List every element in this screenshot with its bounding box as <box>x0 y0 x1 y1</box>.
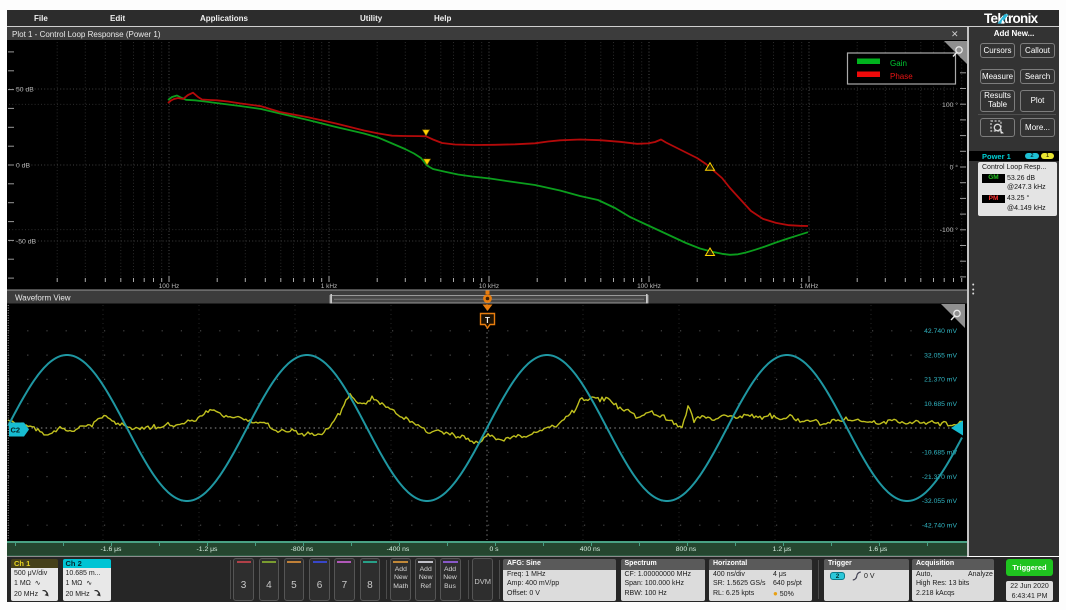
svg-text:100 kHz: 100 kHz <box>637 283 661 290</box>
svg-text:32.055 mV: 32.055 mV <box>924 352 957 359</box>
svg-text:0 dB: 0 dB <box>16 163 30 170</box>
svg-text:10 kHz: 10 kHz <box>479 283 499 290</box>
svg-text:Waveform View: Waveform View <box>15 294 71 303</box>
svg-text:T: T <box>485 316 490 325</box>
svg-text:100 °: 100 ° <box>942 101 958 109</box>
svg-text:-42.740 mV: -42.740 mV <box>922 523 958 530</box>
svg-text:-50 dB: -50 dB <box>16 239 36 246</box>
svg-text:-32.055 mV: -32.055 mV <box>922 498 958 505</box>
svg-text:Gain: Gain <box>890 59 907 68</box>
svg-text:1 MHz: 1 MHz <box>800 283 819 290</box>
svg-text:Phase: Phase <box>890 72 913 81</box>
svg-text:21.370 mV: 21.370 mV <box>924 377 957 384</box>
svg-text:50 dB: 50 dB <box>16 87 34 94</box>
svg-text:10.685 mV: 10.685 mV <box>924 401 957 408</box>
svg-text:-100 °: -100 ° <box>940 226 958 234</box>
svg-text:1 kHz: 1 kHz <box>321 283 338 290</box>
svg-text:100 Hz: 100 Hz <box>159 283 180 290</box>
svg-text:0 °: 0 ° <box>950 164 959 172</box>
svg-text:C2: C2 <box>11 426 21 435</box>
svg-text:42.740 mV: 42.740 mV <box>924 328 957 335</box>
